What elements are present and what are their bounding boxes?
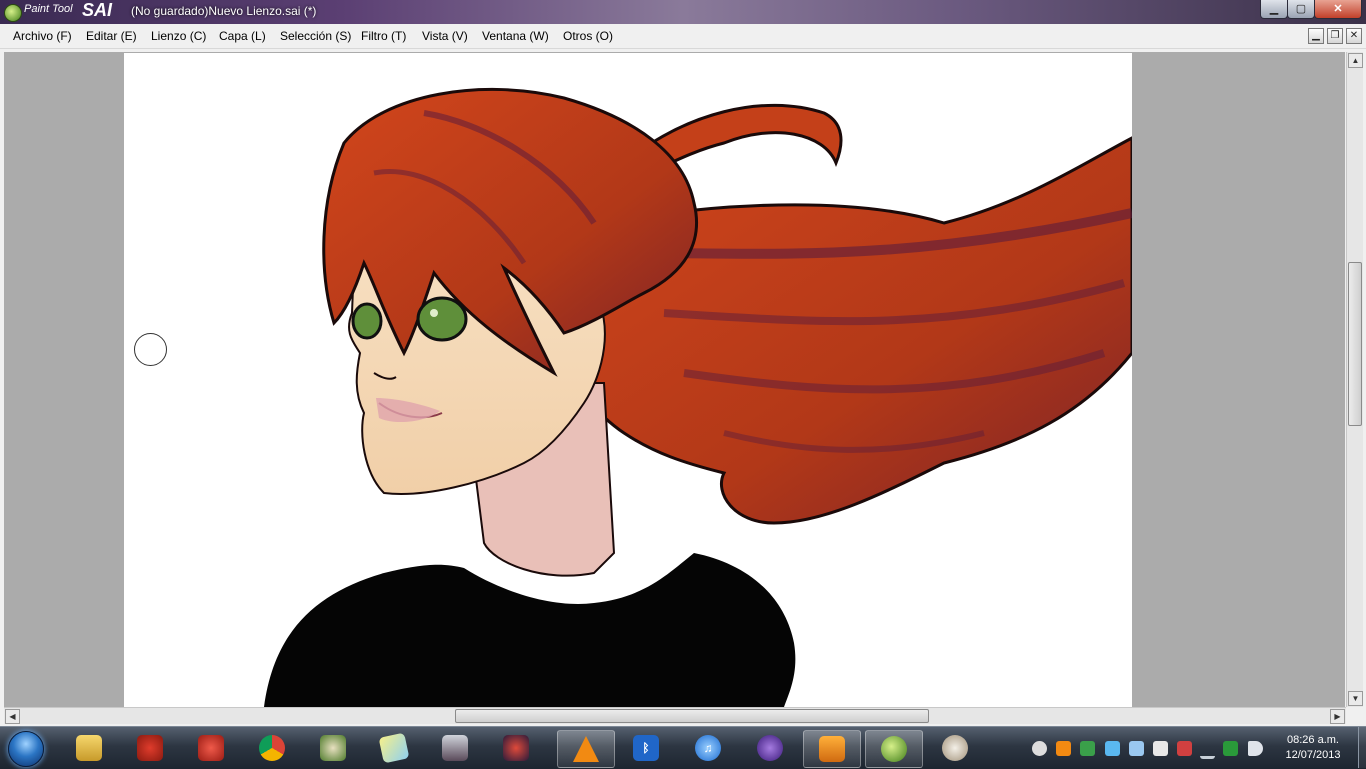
taskbar-windows-explorer[interactable] (61, 730, 117, 766)
document-minimize-button[interactable]: ▁ (1308, 28, 1324, 44)
sai-logo-icon (4, 4, 22, 22)
media-player-icon (819, 736, 845, 762)
vlc-cone-icon (573, 736, 599, 762)
app-name-small: Paint Tool (24, 3, 73, 15)
paint-tool-sai-icon (881, 736, 907, 762)
tray-security-icon[interactable] (1177, 741, 1192, 756)
tray-updater-icon[interactable] (1105, 741, 1120, 756)
scroll-down-arrow-icon[interactable]: ▼ (1348, 691, 1363, 706)
menu-lienzo[interactable]: Lienzo (C) (151, 29, 206, 43)
right-eye (416, 296, 468, 342)
menu-otros[interactable]: Otros (O) (563, 29, 613, 43)
tray-signal-icon[interactable] (1200, 741, 1215, 759)
angry-birds-icon (137, 735, 163, 761)
system-clock[interactable]: 08:26 a.m. 12/07/2013 (1275, 733, 1351, 763)
shirt (264, 553, 796, 707)
tray-snowflake-icon[interactable] (1129, 741, 1144, 756)
taskbar-devil-may-cry[interactable] (427, 730, 483, 766)
chrome-icon (259, 735, 285, 761)
windows-logo-icon (8, 731, 44, 767)
scroll-right-arrow-icon[interactable]: ▶ (1330, 709, 1345, 724)
app-logo: Paint Tool SAI (2, 0, 122, 22)
tray-flag-icon[interactable] (1153, 741, 1168, 756)
drawing-canvas[interactable] (124, 53, 1132, 707)
itunes-icon: ♫ (695, 735, 721, 761)
plants-vs-zombies-icon (320, 735, 346, 761)
vertical-scroll-thumb[interactable] (1348, 262, 1362, 426)
scroll-left-arrow-icon[interactable]: ◀ (5, 709, 20, 724)
menu-ventana[interactable]: Ventana (W) (482, 29, 549, 43)
app-name-large: SAI (82, 0, 113, 20)
left-eye (351, 302, 383, 340)
bittorrent-icon (757, 735, 783, 761)
start-button[interactable] (3, 729, 47, 769)
brush-cursor (134, 333, 167, 366)
taskbar-sticky-notes[interactable] (366, 730, 422, 766)
tray-vlc-icon[interactable] (1056, 741, 1071, 756)
angry-birds-space-icon (503, 735, 529, 761)
taskbar-bittorrent[interactable] (742, 730, 798, 766)
document-restore-button[interactable]: ❐ (1327, 28, 1343, 44)
show-desktop-button[interactable] (1358, 727, 1366, 768)
taskbar-plants-vs-zombies[interactable] (305, 730, 361, 766)
maximize-button[interactable]: ▢ (1287, 0, 1315, 19)
minimize-button[interactable]: ▁ (1260, 0, 1288, 19)
paint-palette-icon (942, 735, 968, 761)
taskbar-angry-birds-space[interactable] (488, 730, 544, 766)
tray-volume-icon[interactable] (1248, 741, 1263, 756)
close-button[interactable]: ✕ (1314, 0, 1362, 19)
taskbar-paint[interactable] (927, 730, 983, 766)
menu-seleccion[interactable]: Selección (S) (280, 29, 351, 43)
clock-date: 12/07/2013 (1285, 749, 1341, 761)
devil-may-cry-icon (442, 735, 468, 761)
menu-capa[interactable]: Capa (L) (219, 29, 266, 43)
title-bar: Paint Tool SAI (No guardado)Nuevo Lienzo… (0, 0, 1366, 24)
right-eye-highlight (430, 309, 438, 317)
menu-filtro[interactable]: Filtro (T) (361, 29, 406, 43)
tray-cc-icon[interactable] (1032, 741, 1047, 756)
taskbar-vlc-media-player[interactable] (557, 730, 615, 768)
taskbar-google-chrome[interactable] (244, 730, 300, 766)
tray-network-tool-icon[interactable] (1080, 741, 1095, 756)
taskbar-itunes[interactable]: ♫ (680, 730, 736, 766)
vertical-scrollbar[interactable]: ▲ ▼ (1346, 52, 1363, 707)
scroll-up-arrow-icon[interactable]: ▲ (1348, 53, 1363, 68)
taskbar-paint-tool-sai[interactable] (865, 730, 923, 768)
taskbar-angry-birds[interactable] (122, 730, 178, 766)
menu-archivo[interactable]: Archivo (F) (13, 29, 72, 43)
bluetooth-icon: ᛒ (633, 735, 659, 761)
artwork (264, 88, 1132, 707)
menu-editar[interactable]: Editar (E) (86, 29, 137, 43)
menu-vista[interactable]: Vista (V) (422, 29, 468, 43)
angry-birds-seasons-icon (198, 735, 224, 761)
tray-battery-icon[interactable] (1223, 741, 1238, 756)
horizontal-scroll-thumb[interactable] (455, 709, 929, 723)
horizontal-scrollbar[interactable]: ◀ ▶ (4, 707, 1346, 724)
document-close-button[interactable]: ✕ (1346, 28, 1362, 44)
taskbar-windows-media-player[interactable] (803, 730, 861, 768)
menu-bar: Archivo (F) Editar (E) Lienzo (C) Capa (… (0, 24, 1366, 49)
folder-icon (76, 735, 102, 761)
taskbar-angry-birds-seasons[interactable] (183, 730, 239, 766)
clock-time: 08:26 a.m. (1287, 734, 1339, 746)
taskbar-bluetooth[interactable]: ᛒ (618, 730, 674, 766)
window-title: (No guardado)Nuevo Lienzo.sai (*) (131, 4, 317, 18)
sticky-notes-icon (378, 732, 410, 764)
